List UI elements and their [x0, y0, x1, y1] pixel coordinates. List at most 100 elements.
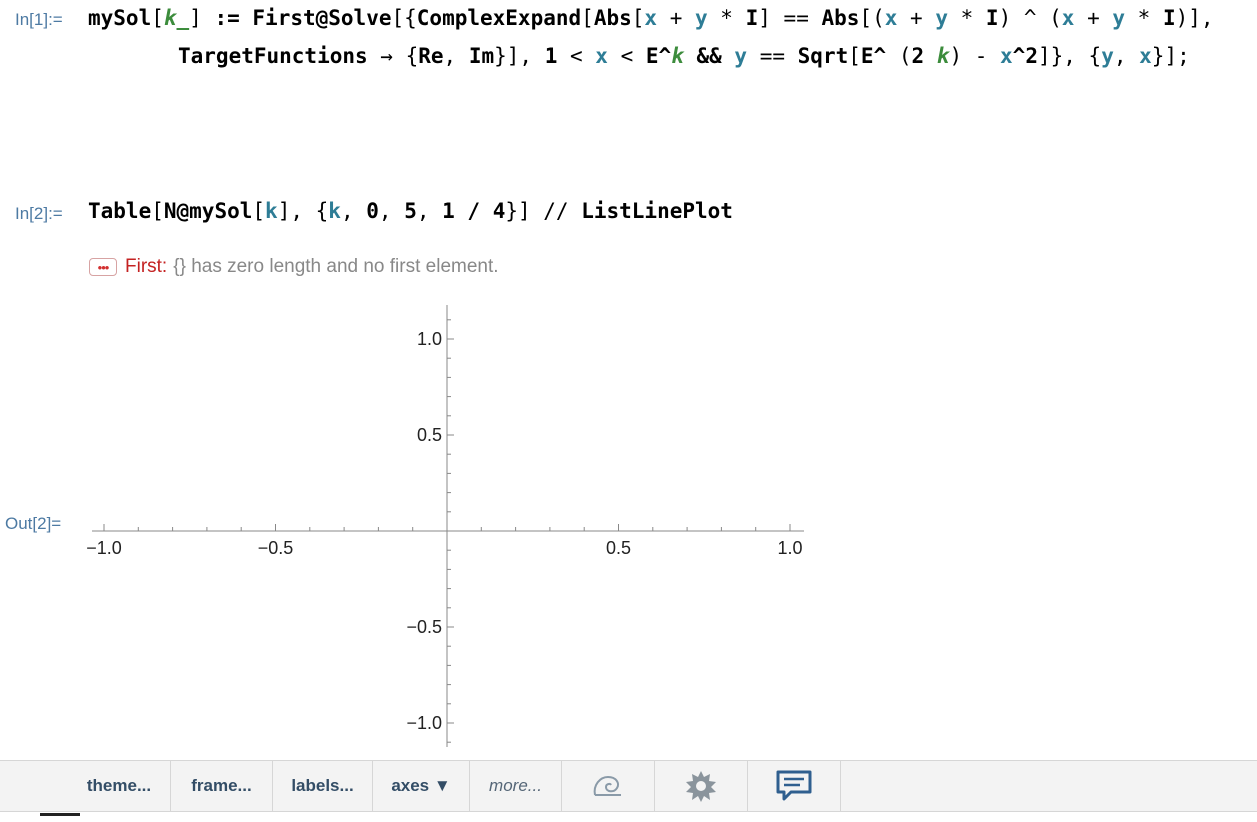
code-token: y [935, 6, 948, 30]
code-token: * [707, 6, 746, 30]
code-token: ] [189, 6, 202, 30]
code-token: ]}, { [1037, 44, 1102, 68]
code-token: x [1000, 44, 1013, 68]
plot-axes [92, 305, 804, 747]
code-token: + [897, 6, 936, 30]
gear-icon [686, 771, 716, 802]
swirl-button[interactable] [562, 761, 655, 811]
code-token: First@Solve [252, 6, 392, 30]
code-token: x [1139, 44, 1152, 68]
suggestions-bar: theme... frame... labels... axes ▼ more.… [0, 760, 1257, 812]
code-token: && [683, 44, 735, 68]
in1-code-line2[interactable]: TargetFunctions → {Re, Im}], 1 < x < E^k… [178, 44, 1190, 68]
code-token: k [265, 199, 278, 223]
code-token: < [557, 44, 596, 68]
code-token: := [201, 6, 253, 30]
code-token: Table [88, 199, 152, 223]
code-token: k_ [163, 6, 190, 30]
code-token: ListLinePlot [581, 199, 733, 223]
code-token: , [416, 199, 443, 223]
labels-button[interactable]: labels... [273, 761, 373, 811]
in1-label: In[1]:= [15, 10, 63, 29]
code-token: Abs [821, 6, 860, 30]
code-token: 5 [404, 199, 417, 223]
code-token: , [1113, 44, 1140, 68]
code-token: y [695, 6, 708, 30]
swirl-icon [593, 775, 621, 796]
code-token: [{ [391, 6, 417, 30]
code-token: y [1101, 44, 1114, 68]
code-token: }]; [1151, 44, 1190, 68]
code-token: Im [468, 44, 495, 68]
y-tick-label: 1.0 [417, 329, 442, 349]
code-token: x [884, 6, 898, 30]
x-tick-label: 1.0 [777, 538, 802, 558]
code-token: [ [151, 6, 164, 30]
code-token: TargetFunctions [178, 44, 368, 68]
code-token: k [671, 44, 684, 68]
code-token: + [1074, 6, 1113, 30]
x-tick-label: −0.5 [258, 538, 294, 558]
code-token: , [378, 199, 405, 223]
list-line-plot[interactable]: −1.0 −0.5 0.5 1.0 1.0 0.5 −0.5 −1.0 [86, 298, 811, 753]
code-token: ] [758, 6, 771, 30]
code-token: ) ^ ( [998, 6, 1062, 30]
code-token: ], { [277, 199, 329, 223]
theme-button[interactable]: theme... [68, 761, 171, 811]
code-token: * [947, 6, 986, 30]
code-token: E^ [645, 44, 672, 68]
code-token: [( [859, 6, 885, 30]
code-token: [ [581, 6, 594, 30]
code-token: }] // [505, 199, 582, 223]
more-button[interactable]: more... [470, 761, 562, 811]
code-token: Re [418, 44, 444, 68]
code-token: )], [1175, 6, 1214, 30]
code-token: x [595, 44, 608, 68]
code-token: I [1162, 6, 1176, 30]
axes-button[interactable]: axes ▼ [373, 761, 470, 811]
message-menu-icon[interactable]: ••• [89, 258, 117, 276]
code-token: ComplexExpand [416, 6, 582, 30]
code-token: ( [886, 44, 912, 68]
feedback-chat-icon [776, 770, 812, 801]
message-symbol[interactable]: First: [125, 256, 167, 278]
code-token: k [936, 44, 950, 68]
y-tick-label: −0.5 [406, 617, 442, 637]
code-token: x [1061, 6, 1075, 30]
settings-button[interactable] [655, 761, 748, 811]
code-token: [ [151, 199, 164, 223]
y-tick-label: −1.0 [406, 713, 442, 733]
frame-button[interactable]: frame... [171, 761, 273, 811]
code-token: 1 [544, 44, 558, 68]
code-token: 2 [911, 44, 937, 68]
feedback-button[interactable] [748, 761, 841, 811]
code-token: Abs [593, 6, 632, 30]
code-token: [ [252, 199, 266, 223]
code-token: 0 [366, 199, 379, 223]
code-token: y [1112, 6, 1126, 30]
code-token: 1 / 4 [442, 199, 506, 223]
bottom-scroll-indicator [40, 813, 80, 816]
code-token: mySol [88, 6, 152, 30]
x-tick-label: −1.0 [86, 538, 122, 558]
code-token: k [328, 199, 341, 223]
code-token: [ [848, 44, 861, 68]
code-token: [ [631, 6, 645, 30]
code-token: x [644, 6, 658, 30]
code-token: , [340, 199, 367, 223]
code-token: → { [367, 44, 419, 68]
in1-code-line1[interactable]: mySol[k_] := First@Solve[{ComplexExpand[… [88, 6, 1214, 30]
code-token: + [657, 6, 695, 30]
code-token: == [747, 44, 798, 68]
code-token: < [607, 44, 646, 68]
code-token: }], [494, 44, 545, 68]
x-tick-label: 0.5 [606, 538, 631, 558]
code-token: E^ [860, 44, 887, 68]
in2-code-line1[interactable]: Table[N@mySol[k], {k, 0, 5, 1 / 4}] // L… [88, 199, 733, 223]
message-line: ••• First: {} has zero length and no fir… [89, 255, 499, 279]
code-token: N@mySol [163, 199, 253, 223]
code-token: I [745, 6, 759, 30]
code-token: y [734, 44, 748, 68]
in2-label: In[2]:= [15, 204, 63, 223]
code-token: * [1125, 6, 1163, 30]
